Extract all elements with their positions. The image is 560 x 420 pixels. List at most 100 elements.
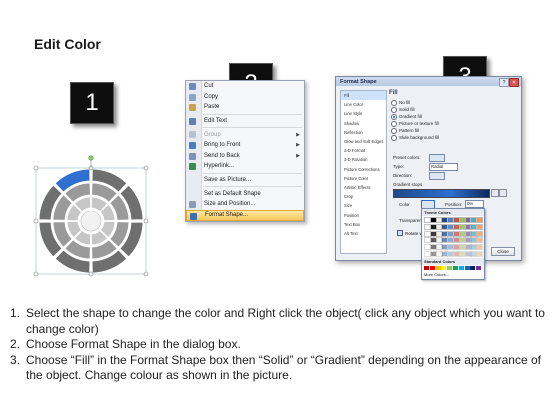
format-shape-dialog: Format Shape ? ✕ Fill Line Color Line St… <box>335 76 522 280</box>
page-title: Edit Color <box>34 36 101 52</box>
hyperlink-icon <box>189 163 196 171</box>
color-swatch[interactable] <box>476 237 484 244</box>
position-label: Position: <box>445 202 463 207</box>
nav-item-reflection[interactable]: Reflection <box>341 128 386 137</box>
context-menu: Cut Copy Paste Edit Text Group ▶ Bring to… <box>185 80 305 222</box>
nav-item-fill[interactable]: Fill <box>341 91 386 101</box>
menu-item-copy[interactable]: Copy <box>186 92 304 103</box>
group-icon <box>189 131 196 139</box>
gradient-stops-label: Gradient stops <box>393 182 423 187</box>
color-swatch[interactable] <box>452 265 458 270</box>
color-swatch[interactable] <box>429 265 435 270</box>
color-swatch[interactable] <box>470 265 476 270</box>
color-swatch[interactable] <box>435 265 441 270</box>
nav-item-3d-rotation[interactable]: 3-D Rotation <box>341 155 386 164</box>
nav-item-line-color[interactable]: Line Color <box>341 100 386 109</box>
nav-item-3d-format[interactable]: 3-D Format <box>341 146 386 155</box>
theme-color-grid <box>422 216 484 258</box>
instruction-item: 2. Choose Format Shape in the dialog box. <box>10 337 241 351</box>
radio-circle <box>391 99 397 106</box>
menu-separator <box>203 186 302 188</box>
menu-item-send-to-back[interactable]: Send to Back ▶ <box>186 151 304 162</box>
radio-picture-fill[interactable]: Picture or texture fill <box>389 120 517 127</box>
nav-item-size[interactable]: Size <box>341 201 386 210</box>
remove-stop-button[interactable] <box>499 189 507 197</box>
radio-slide-background-fill[interactable]: Slide background fill <box>389 134 517 141</box>
section-heading: Fill <box>389 90 398 96</box>
position-input[interactable]: 0% <box>465 200 484 208</box>
color-label: Color <box>399 202 410 207</box>
menu-item-cut[interactable]: Cut <box>186 81 304 92</box>
menu-item-save-as-picture[interactable]: Save as Picture... <box>186 175 304 186</box>
menu-item-set-default-shape[interactable]: Set as Default Shape <box>186 188 304 199</box>
dialog-title: Format Shape <box>340 78 377 85</box>
nav-item-position[interactable]: Position <box>341 210 386 219</box>
radio-pattern-fill[interactable]: Pattern fill <box>389 127 517 134</box>
checkbox-checked-icon <box>397 230 403 236</box>
radio-circle <box>391 134 397 141</box>
bring-front-icon <box>189 141 196 149</box>
type-select[interactable]: Radial <box>429 163 458 171</box>
color-swatch[interactable] <box>476 250 484 257</box>
color-swatch[interactable] <box>458 265 464 270</box>
add-stop-button[interactable] <box>491 189 499 197</box>
theme-colors-label: Theme Colors <box>422 209 484 216</box>
gradient-stops-bar[interactable] <box>393 189 490 198</box>
radio-gradient-fill[interactable]: Gradient fill <box>389 113 517 120</box>
help-button[interactable]: ? <box>499 78 509 87</box>
nav-item-shadow[interactable]: Shadow <box>341 119 386 128</box>
send-back-icon <box>189 152 196 160</box>
instruction-item: 1. Select the shape to change the color a… <box>10 306 545 336</box>
color-swatch[interactable] <box>476 217 484 223</box>
radio-no-fill[interactable]: No fill <box>389 99 517 106</box>
scissors-icon <box>189 83 196 90</box>
fill-pane: Fill No fill Solid fill Gradient fill Pi… <box>389 90 517 280</box>
direction-dropdown[interactable] <box>429 172 445 180</box>
submenu-arrow-icon: ▶ <box>296 142 300 149</box>
preset-colors-label: Preset colors: <box>393 155 421 160</box>
radio-circle <box>391 106 397 113</box>
color-swatch[interactable] <box>424 265 429 270</box>
ring-diagram[interactable] <box>28 150 158 280</box>
menu-separator <box>203 113 302 115</box>
nav-item-alt-text[interactable]: Alt Text <box>341 229 386 238</box>
color-swatch[interactable] <box>464 265 470 270</box>
color-swatch[interactable] <box>476 223 484 230</box>
nav-item-glow[interactable]: Glow and Soft Edges <box>341 137 386 146</box>
menu-item-paste[interactable]: Paste <box>186 102 304 113</box>
radio-circle-selected <box>391 113 397 120</box>
nav-item-crop[interactable]: Crop <box>341 192 386 201</box>
nav-item-artistic-effects[interactable]: Artistic Effects <box>341 183 386 192</box>
radio-solid-fill[interactable]: Solid fill <box>389 106 517 113</box>
color-swatch[interactable] <box>476 244 484 251</box>
menu-item-group[interactable]: Group ▶ <box>186 129 304 140</box>
preset-colors-dropdown[interactable] <box>429 154 445 162</box>
menu-item-size-and-position[interactable]: Size and Position... <box>186 199 304 210</box>
close-button[interactable]: Close <box>491 247 515 256</box>
direction-label: Direction: <box>393 173 413 178</box>
menu-item-bring-to-front[interactable]: Bring to Front ▶ <box>186 140 304 151</box>
ring-center <box>80 210 102 232</box>
menu-item-edit-text[interactable]: Edit Text <box>186 116 304 127</box>
nav-item-text-box[interactable]: Text Box <box>341 220 386 229</box>
menu-item-hyperlink[interactable]: Hyperlink... <box>186 161 304 172</box>
color-swatch[interactable] <box>441 265 447 270</box>
more-colors-link[interactable]: More Colors... <box>422 271 484 278</box>
format-category-list: Fill Line Color Line Style Shadow Reflec… <box>340 90 387 254</box>
color-swatch[interactable] <box>447 265 453 270</box>
menu-separator <box>203 172 302 174</box>
instruction-item: 3. Choose “Fill” in the Format Shape box … <box>10 352 541 383</box>
nav-item-picture-color[interactable]: Picture Color <box>341 174 386 183</box>
copy-icon <box>189 93 196 101</box>
nav-item-line-style[interactable]: Line Style <box>341 109 386 118</box>
submenu-arrow-icon: ▶ <box>296 131 300 138</box>
nav-item-picture-corrections[interactable]: Picture Corrections <box>341 165 386 174</box>
paste-icon <box>189 104 196 112</box>
color-palette-popup: Theme Colors Standard Colors More Colors… <box>421 208 485 280</box>
menu-item-format-shape[interactable]: Format Shape... <box>186 209 304 221</box>
color-swatch[interactable] <box>476 230 484 237</box>
close-icon[interactable]: ✕ <box>509 78 519 87</box>
step-badge-1: 1 <box>70 82 114 124</box>
color-swatch[interactable] <box>476 265 482 270</box>
standard-colors-label: Standard Colors <box>422 257 484 265</box>
